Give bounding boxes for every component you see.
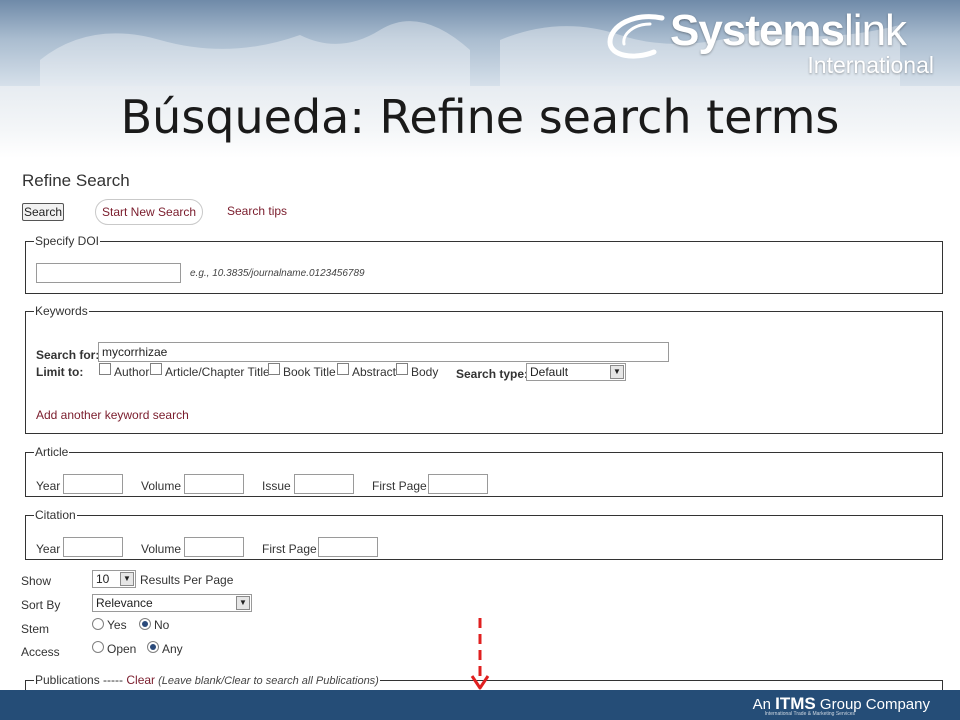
publications-clear-link[interactable]: Clear <box>126 673 155 687</box>
article-issue-input[interactable] <box>294 474 354 494</box>
limit-abstract-checkbox[interactable] <box>337 363 349 375</box>
publications-legend: Publications ----- Clear (Leave blank/Cl… <box>34 673 380 687</box>
results-per-page-select[interactable]: 10 ▼ <box>92 570 136 588</box>
citation-volume-input[interactable] <box>184 537 244 557</box>
limit-title-label: Article/Chapter Title <box>165 365 270 379</box>
slide-footer: An ITMS Group Company International Trad… <box>0 690 960 720</box>
search-button[interactable]: Search <box>22 203 65 221</box>
access-any-label: Any <box>162 642 183 656</box>
chevron-down-icon: ▼ <box>610 365 624 379</box>
show-label: Show <box>21 574 52 588</box>
access-label: Access <box>21 645 60 659</box>
citation-year-input[interactable] <box>63 537 123 557</box>
page-title: Refine Search <box>22 171 130 190</box>
keywords-fieldset: Keywords Search for: mycorrhizae Limit t… <box>25 304 943 434</box>
article-volume-label: Volume <box>141 479 182 493</box>
refine-search-page: Refine Search Search Start New Search Se… <box>0 158 960 703</box>
footer-tagline: International Trade & Marketing Services <box>764 711 855 717</box>
slide-header-band: Systemslink International <box>0 0 960 86</box>
doi-fieldset: Specify DOI e.g., 10.3835/journalname.01… <box>25 234 943 294</box>
limit-title-checkbox[interactable] <box>150 363 162 375</box>
article-year-label: Year <box>36 479 61 493</box>
citation-first-page-input[interactable] <box>318 537 378 557</box>
scroll-down-arrow-icon <box>470 618 490 690</box>
search-tips-link[interactable]: Search tips <box>227 204 287 218</box>
results-per-page-value: 10 <box>96 572 110 586</box>
results-per-page-suffix: Results Per Page <box>140 573 234 587</box>
sort-by-select[interactable]: Relevance ▼ <box>92 594 252 612</box>
article-year-input[interactable] <box>63 474 123 494</box>
publications-separator: ----- <box>99 673 127 687</box>
systemslink-logo: Systemslink International <box>604 6 934 78</box>
citation-legend: Citation <box>35 508 76 522</box>
logo-wordmark: Systemslink <box>670 6 907 55</box>
search-for-label: Search for: <box>36 348 100 362</box>
sort-by-label: Sort By <box>21 598 61 612</box>
limit-book-title-checkbox[interactable] <box>268 363 280 375</box>
article-first-page-input[interactable] <box>428 474 488 494</box>
swoosh-icon <box>607 14 665 59</box>
access-open-radio[interactable] <box>92 641 104 653</box>
limit-body-label: Body <box>411 365 439 379</box>
limit-body-checkbox[interactable] <box>396 363 408 375</box>
publications-note: (Leave blank/Clear to search all Publica… <box>155 675 379 687</box>
citation-volume-label: Volume <box>141 542 182 556</box>
sort-by-value: Relevance <box>96 596 153 610</box>
start-new-search-button[interactable]: Start New Search <box>95 199 204 225</box>
article-first-page-label: First Page <box>372 479 427 493</box>
stem-no-radio[interactable] <box>139 618 151 630</box>
doi-input[interactable] <box>36 263 181 283</box>
article-legend: Article <box>35 445 69 459</box>
search-type-value: Default <box>530 365 569 379</box>
search-for-input[interactable]: mycorrhizae <box>98 342 669 362</box>
stem-yes-label: Yes <box>107 618 127 632</box>
publications-legend-text: Publications <box>35 673 100 687</box>
article-fieldset: Article Year Volume Issue First Page <box>25 445 943 497</box>
access-open-label: Open <box>107 642 137 656</box>
search-type-select[interactable]: Default ▼ <box>526 363 626 381</box>
doi-legend: Specify DOI <box>35 234 100 248</box>
limit-to-label: Limit to: <box>36 365 84 379</box>
chevron-down-icon: ▼ <box>236 596 250 610</box>
search-type-label: Search type: <box>456 367 529 381</box>
limit-author-label: Author <box>114 365 150 379</box>
article-volume-input[interactable] <box>184 474 244 494</box>
add-keyword-search-link[interactable]: Add another keyword search <box>36 408 189 422</box>
citation-year-label: Year <box>36 542 61 556</box>
citation-fieldset: Citation Year Volume First Page <box>25 508 943 560</box>
doi-hint: e.g., 10.3835/journalname.0123456789 <box>190 268 365 279</box>
citation-first-page-label: First Page <box>262 542 317 556</box>
limit-author-checkbox[interactable] <box>99 363 111 375</box>
stem-yes-radio[interactable] <box>92 618 104 630</box>
slide-title: Búsqueda: Refine search terms <box>120 90 840 144</box>
keywords-legend: Keywords <box>35 304 88 318</box>
stem-label: Stem <box>21 622 50 636</box>
logo-subtitle: International <box>807 52 934 78</box>
stem-no-label: No <box>154 618 170 632</box>
limit-book-title-label: Book Title <box>283 365 336 379</box>
article-issue-label: Issue <box>262 479 291 493</box>
chevron-down-icon: ▼ <box>120 572 134 586</box>
access-any-radio[interactable] <box>147 641 159 653</box>
limit-abstract-label: Abstract <box>352 365 397 379</box>
